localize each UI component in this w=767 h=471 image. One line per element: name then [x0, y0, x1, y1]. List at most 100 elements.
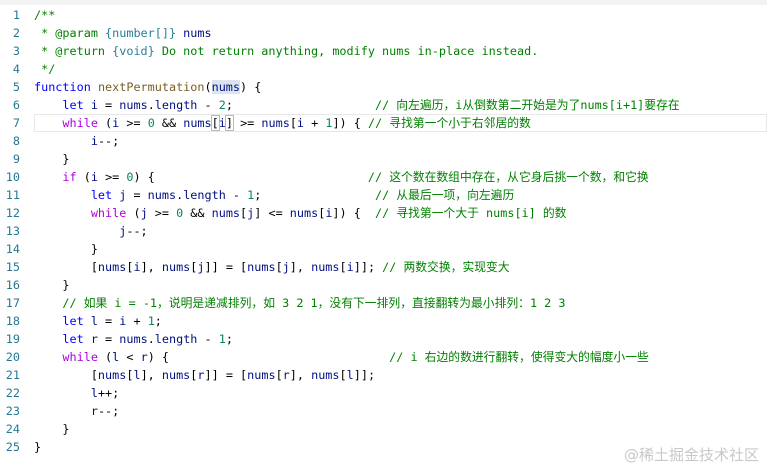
code-token: nums: [161, 260, 191, 274]
code-token: // 向左遍历，i从倒数第二开始是为了nums[i+1]要存在: [375, 98, 680, 112]
code-line[interactable]: 8 i--;: [0, 132, 767, 150]
code-token: nums: [311, 368, 340, 382]
code-line[interactable]: 3 * @return {void} Do not return anythin…: [0, 42, 767, 60]
code-token: &&: [154, 116, 184, 130]
line-number: 7: [12, 116, 20, 130]
line-number: 1: [12, 8, 20, 22]
code-line[interactable]: 7 while (i >= 0 && nums[i] >= nums[i + 1…: [13, 114, 767, 132]
code-line[interactable]: 2 * @param {number[]} nums: [0, 24, 767, 42]
code-token: length: [154, 332, 198, 346]
code-token: [: [339, 260, 347, 274]
line-number: 24: [5, 422, 20, 436]
code-token: r: [282, 368, 290, 382]
line-number: 18: [5, 314, 20, 328]
code-token: while: [62, 116, 98, 130]
line-code: let j = nums.length - 1; // 从最后一项，向左遍历: [34, 186, 514, 204]
code-token: -: [197, 98, 219, 112]
code-token: }: [34, 152, 70, 166]
line-code: j--;: [34, 222, 147, 240]
code-token: nums: [97, 260, 127, 274]
code-token: 0: [147, 116, 155, 130]
line-number: 21: [5, 368, 20, 382]
line-number: 15: [5, 260, 20, 274]
code-token: ) {: [240, 80, 262, 94]
code-token: nums: [261, 116, 290, 130]
code-line[interactable]: 19 let r = nums.length - 1;: [0, 330, 767, 348]
code-token: ]: [224, 115, 234, 131]
code-token: [: [289, 116, 297, 130]
code-token: l: [90, 386, 98, 400]
code-line[interactable]: 1 /**: [0, 6, 767, 24]
code-token: r: [90, 404, 98, 418]
code-token: ;: [225, 98, 375, 112]
code-token: let: [62, 332, 84, 346]
code-line[interactable]: 23 r--;: [0, 402, 767, 420]
code-token: // 两数交换，实现变大: [382, 260, 510, 274]
code-token: -: [197, 332, 219, 346]
code-token: // i 右边的数进行翻转，使得变大的幅度小一些: [389, 350, 649, 364]
line-number: 13: [5, 224, 20, 238]
code-line[interactable]: 20 while (l < r) { // i 右边的数进行翻转，使得变大的幅度…: [0, 348, 767, 366]
code-token: ]];: [353, 260, 383, 274]
line-number: 10: [5, 170, 20, 184]
code-token: >=: [232, 116, 262, 130]
code-token: while: [90, 206, 127, 220]
code-token: =: [97, 98, 120, 112]
code-token: nums: [183, 116, 212, 130]
code-token: length: [183, 188, 226, 202]
code-token: while: [62, 350, 98, 364]
code-line[interactable]: 4 */: [0, 60, 767, 78]
code-token: * @return: [34, 44, 113, 58]
code-line[interactable]: 17 // 如果 i = -1，说明是递减排列，如 3 2 1，没有下一排列，直…: [0, 294, 767, 312]
line-code: while (i >= 0 && nums[i] >= nums[i + 1])…: [34, 114, 531, 132]
code-token: ]];: [353, 368, 376, 382]
code-line[interactable]: 11 let j = nums.length - 1; // 从最后一项，向左遍…: [0, 186, 767, 204]
code-token: * @param: [34, 26, 106, 40]
code-token: +: [304, 116, 326, 130]
code-editor[interactable]: 1/** 2 * @param {number[]} nums 3 * @retur…: [0, 6, 767, 456]
code-line[interactable]: 21 [nums[l], nums[r]] = [nums[r], nums[l…: [0, 366, 767, 384]
code-token: nums: [161, 368, 191, 382]
code-token: }: [34, 440, 42, 454]
code-line[interactable]: 16 }: [0, 276, 767, 294]
code-token: 1: [218, 332, 226, 346]
line-number: 22: [5, 386, 20, 400]
code-line[interactable]: 10 if (i >= 0) { // 这个数在数组中存在，从它身后挑一个数，和…: [0, 168, 767, 186]
code-token: .: [147, 332, 155, 346]
code-line[interactable]: 5 function nextPermutation(nums) {: [0, 78, 767, 96]
code-token: i: [218, 116, 226, 130]
code-line[interactable]: 15 [nums[i], nums[j]] = [nums[j], nums[i…: [0, 258, 767, 276]
code-line[interactable]: 14 }: [0, 240, 767, 258]
code-token: [: [275, 260, 283, 274]
code-token: >=: [119, 116, 148, 130]
line-code: // 如果 i = -1，说明是递减排列，如 3 2 1，没有下一排列，直接翻转…: [34, 294, 565, 312]
code-token: +: [126, 314, 148, 328]
code-token: =: [126, 188, 148, 202]
code-token: nums: [119, 98, 148, 112]
code-token: [: [339, 368, 347, 382]
code-token: ],: [289, 368, 312, 382]
line-number: 14: [5, 242, 20, 256]
code-token: // 寻找第一个大于 nums[i] 的数: [375, 206, 567, 220]
code-line[interactable]: 22 l++;: [0, 384, 767, 402]
watermark: @稀土掘金技术社区: [623, 446, 759, 464]
code-token: nums: [119, 332, 148, 346]
line-number: 5: [12, 80, 20, 94]
code-line[interactable]: 24 }: [0, 420, 767, 438]
code-line[interactable]: 13 j--;: [0, 222, 767, 240]
code-line[interactable]: 6 let i = nums.length - 2; // 向左遍历，i从倒数第…: [0, 96, 767, 114]
code-line[interactable]: 18 let l = i + 1;: [0, 312, 767, 330]
line-code: while (l < r) { // i 右边的数进行翻转，使得变大的幅度小一些: [34, 348, 649, 366]
code-line[interactable]: 9 }: [0, 150, 767, 168]
code-line[interactable]: 12 while (j >= 0 && nums[j] <= nums[i]) …: [0, 204, 767, 222]
code-token: [: [34, 368, 98, 382]
code-token: -: [225, 188, 248, 202]
code-token: =: [97, 314, 120, 328]
